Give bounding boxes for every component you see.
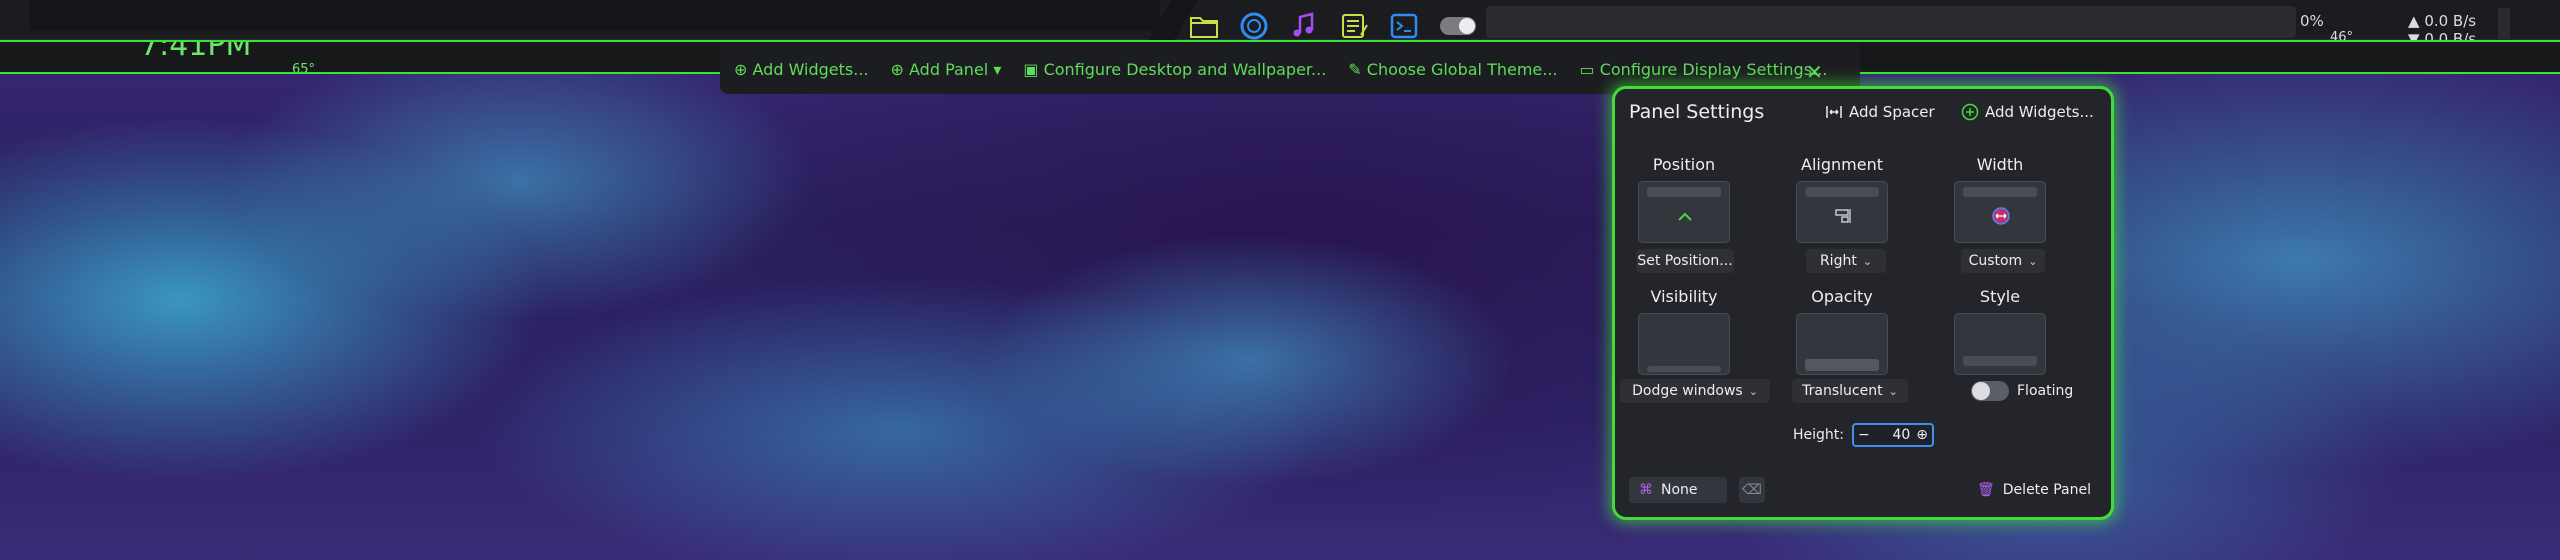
resize-icon — [1992, 207, 2010, 225]
add-spacer-button[interactable]: Add Spacer — [1825, 103, 1935, 121]
set-position-label: Set Position... — [1637, 253, 1733, 269]
task-terminal[interactable] — [1386, 8, 1422, 44]
increase-icon[interactable]: ⊕ — [1916, 427, 1928, 443]
network-upload-value: 0.0 B/s — [2424, 12, 2477, 30]
width-label: Width — [1976, 155, 2024, 174]
add-widgets-label: Add Widgets... — [1985, 103, 2094, 121]
delete-panel-label: Delete Panel — [2002, 482, 2091, 498]
height-label: Height: — [1793, 427, 1844, 443]
weather-temp: 65° — [292, 62, 316, 74]
tray-end-block — [2498, 8, 2510, 40]
theme-toggle[interactable] — [1440, 17, 1476, 35]
shortcut-button[interactable]: ⌘ None — [1629, 477, 1727, 503]
cpu-usage: 0% — [2300, 12, 2324, 30]
opacity-preview — [1796, 313, 1888, 375]
shortcut-label: None — [1661, 482, 1698, 498]
width-value: Custom — [1968, 253, 2023, 269]
alignment-label: Alignment — [1801, 155, 1883, 174]
add-panel-link[interactable]: ⊕ Add Panel ▾ — [891, 60, 1002, 79]
height-value[interactable]: 40 — [1870, 427, 1917, 443]
display-settings-label: Configure Display Settings... — [1599, 60, 1828, 79]
add-spacer-label: Add Spacer — [1849, 103, 1935, 121]
shortcut-icon: ⌘ — [1639, 482, 1653, 498]
height-spinbox[interactable]: − 40 ⊕ — [1852, 423, 1934, 447]
global-theme-label: Choose Global Theme... — [1366, 60, 1558, 79]
align-right-icon — [1835, 209, 1851, 223]
top-panel: 0% 46° ▲ 0.0 B/s ▼ 0.0 B/s — [0, 0, 2560, 48]
configure-desktop-link[interactable]: ▣ Configure Desktop and Wallpaper... — [1023, 60, 1326, 79]
chevron-down-icon: ⌄ — [1862, 254, 1873, 268]
clock: 7:41PM — [140, 40, 252, 63]
close-edit-mode-button[interactable]: ✕ — [1806, 60, 1823, 84]
floating-switch[interactable] — [1971, 381, 2009, 401]
backspace-icon: ⌫ — [1742, 482, 1762, 498]
browser-icon — [1240, 12, 1268, 40]
task-notes[interactable] — [1336, 8, 1372, 44]
add-panel-label: Add Panel — [909, 60, 989, 79]
width-preview[interactable] — [1954, 181, 2046, 243]
task-music[interactable] — [1286, 8, 1322, 44]
visibility-value: Dodge windows — [1632, 383, 1743, 399]
add-widgets-button[interactable]: Add Widgets... — [1961, 103, 2094, 121]
set-position-button[interactable]: Set Position... — [1636, 249, 1734, 273]
terminal-icon — [1390, 13, 1418, 39]
configure-desktop-label: Configure Desktop and Wallpaper... — [1043, 60, 1327, 79]
add-widgets-link[interactable]: ⊕ Add Widgets... — [734, 60, 869, 79]
top-panel-left-area — [30, 0, 1160, 30]
clear-shortcut-button[interactable]: ⌫ — [1739, 477, 1765, 503]
global-theme-link[interactable]: ✎ Choose Global Theme... — [1348, 60, 1557, 79]
position-label: Position — [1652, 155, 1716, 174]
alignment-value: Right — [1819, 253, 1857, 269]
display-settings-link[interactable]: ▭ Configure Display Settings... — [1580, 60, 1828, 79]
visibility-select[interactable]: Dodge windows ⌄ — [1620, 379, 1770, 403]
alignment-select[interactable]: Right ⌄ — [1806, 249, 1886, 273]
delete-panel-button[interactable]: 🗑 Delete Panel — [1977, 477, 2091, 503]
opacity-select[interactable]: Translucent ⌄ — [1792, 379, 1908, 403]
opacity-label: Opacity — [1811, 287, 1873, 306]
task-manager — [1186, 8, 1476, 44]
trash-icon: 🗑 — [1977, 482, 1995, 498]
visibility-label: Visibility — [1650, 287, 1718, 306]
style-preview — [1954, 313, 2046, 375]
floating-label: Floating — [2017, 383, 2074, 399]
floating-toggle[interactable]: Floating — [1971, 381, 2073, 401]
alignment-preview — [1796, 181, 1888, 243]
chevron-down-icon: ⌄ — [1748, 384, 1758, 398]
opacity-value: Translucent — [1802, 383, 1883, 399]
chevron-up-icon — [1678, 212, 1692, 221]
add-icon — [1961, 103, 1979, 121]
notes-icon — [1342, 14, 1368, 38]
dialog-title: Panel Settings — [1629, 101, 1765, 123]
task-browser[interactable] — [1236, 8, 1272, 44]
music-icon — [1293, 12, 1314, 37]
decrease-icon[interactable]: − — [1858, 427, 1870, 443]
height-row: Height: − 40 ⊕ — [1793, 423, 1934, 447]
width-select[interactable]: Custom ⌄ — [1961, 249, 2045, 273]
chevron-down-icon: ⌄ — [1888, 384, 1898, 398]
add-widgets-label: Add Widgets... — [752, 60, 869, 79]
visibility-preview — [1638, 313, 1730, 375]
task-folder[interactable] — [1186, 8, 1222, 44]
panel-settings-dialog: Panel Settings Add Spacer Add Widgets...… — [1612, 86, 2114, 520]
top-panel-spacer — [1486, 6, 2296, 38]
spacer-icon — [1825, 103, 1843, 121]
edit-mode-actions: ⊕ Add Widgets... ⊕ Add Panel ▾ ▣ Configu… — [734, 60, 1827, 79]
position-preview[interactable] — [1638, 181, 1730, 243]
chevron-down-icon: ⌄ — [2028, 254, 2038, 268]
folder-icon — [1190, 17, 1218, 38]
style-label: Style — [1979, 287, 2021, 306]
